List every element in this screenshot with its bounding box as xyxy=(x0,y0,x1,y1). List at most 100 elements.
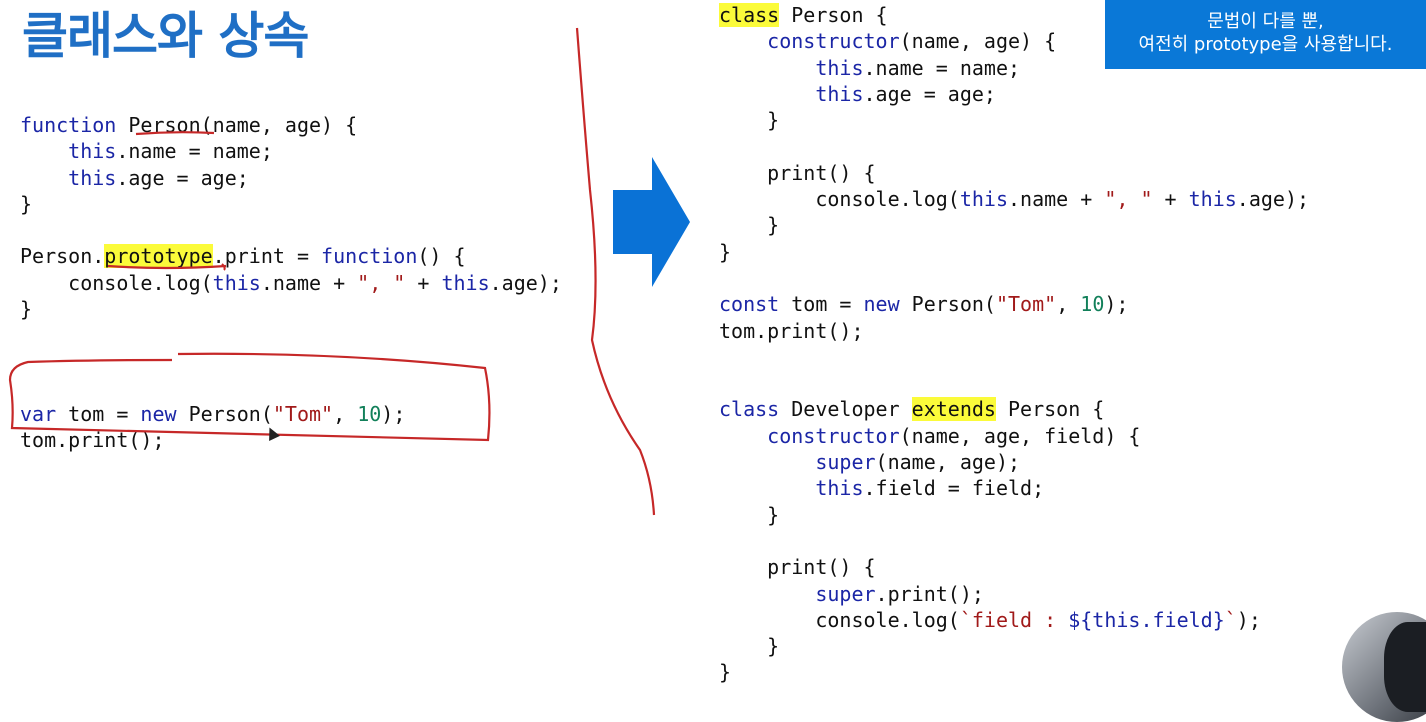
code-line xyxy=(719,528,1309,554)
code-token: this xyxy=(441,270,490,295)
code-token: Person { xyxy=(995,397,1105,422)
code-line: } xyxy=(719,239,1309,265)
code-line: class Developer extends Person { xyxy=(719,396,1309,422)
code-line: print() { xyxy=(719,554,1309,580)
code-token: 10 xyxy=(357,401,382,426)
code-line: super.print(); xyxy=(719,581,1309,607)
code-token: } xyxy=(719,660,732,685)
code-token: console.log( xyxy=(719,187,960,212)
code-line: class Person { xyxy=(719,2,1309,28)
code-line: this.field = field; xyxy=(719,475,1309,501)
code-token: .name + xyxy=(1008,187,1105,212)
code-token: Person xyxy=(128,113,201,137)
code-token: } xyxy=(20,297,33,322)
code-token: this xyxy=(1188,187,1237,212)
code-token: const xyxy=(719,292,780,317)
code-token: tom.print(); xyxy=(719,318,864,343)
code-line: this.name = name; xyxy=(719,55,1309,81)
code-line: } xyxy=(719,502,1309,528)
code-token: .field = field; xyxy=(863,476,1045,501)
code-token: this xyxy=(212,270,261,295)
code-token: console.log( xyxy=(20,270,213,295)
code-line: console.log(`field : ${this.field}`); xyxy=(719,607,1309,633)
code-token: print() { xyxy=(719,160,876,185)
code-token: (name, age) { xyxy=(200,113,358,137)
code-line: this.name = name; xyxy=(20,138,562,164)
code-token: ", " xyxy=(357,270,406,295)
code-token: this xyxy=(959,187,1008,212)
code-token: print() { xyxy=(719,555,876,580)
code-block-prototype: function Person(name, age) { this.name =… xyxy=(20,112,562,452)
code-line: } xyxy=(20,191,562,217)
code-token: Person { xyxy=(779,3,888,27)
code-token: (name, age, field) { xyxy=(899,423,1141,448)
code-line: constructor(name, age) { xyxy=(719,28,1309,54)
code-line: var tom = new Person("Tom", 10); xyxy=(20,401,562,427)
code-token: `field : xyxy=(959,607,1069,632)
code-token: super xyxy=(815,450,876,475)
code-token: } xyxy=(719,213,780,238)
divider-stroke xyxy=(575,27,656,516)
code-token: } xyxy=(719,502,780,527)
code-token: super xyxy=(815,581,876,606)
code-token: Person. xyxy=(20,244,105,269)
code-token: tom = xyxy=(779,292,864,317)
code-token: .name = name; xyxy=(863,55,1021,80)
code-token: , xyxy=(333,401,358,426)
code-token: (name, age) { xyxy=(899,29,1057,54)
code-token: tom = xyxy=(56,401,141,426)
code-token: ); xyxy=(1104,292,1129,317)
code-line xyxy=(20,348,562,374)
code-token: class xyxy=(719,3,780,27)
code-token: new xyxy=(863,292,900,317)
code-token: .name = name; xyxy=(116,139,273,164)
code-line: function Person(name, age) { xyxy=(20,112,562,138)
code-token: this xyxy=(815,81,864,106)
code-token: } xyxy=(719,239,732,264)
code-line: this.age = age; xyxy=(719,81,1309,107)
code-token: tom.print(); xyxy=(20,428,165,453)
code-line: tom.print(); xyxy=(20,427,562,453)
code-token: 10 xyxy=(1080,292,1105,317)
code-token: (name, age); xyxy=(875,450,1021,475)
code-token: .age); xyxy=(1236,187,1310,212)
code-token: } xyxy=(20,191,33,216)
code-token: ); xyxy=(381,401,406,426)
code-token: .print = xyxy=(212,244,322,269)
code-token: ); xyxy=(1236,607,1261,632)
code-token: function xyxy=(20,113,117,137)
code-line: } xyxy=(20,296,562,322)
code-line xyxy=(719,265,1309,291)
code-line: console.log(this.name + ", " + this.age)… xyxy=(719,186,1309,212)
code-line: const tom = new Person("Tom", 10); xyxy=(719,291,1309,317)
code-line: console.log(this.name + ", " + this.age)… xyxy=(20,270,562,296)
code-token: prototype xyxy=(104,244,213,269)
presenter-webcam xyxy=(1342,612,1426,722)
code-token: ` xyxy=(1224,607,1237,632)
code-line: } xyxy=(719,107,1309,133)
code-token: var xyxy=(20,401,57,426)
code-line: print() { xyxy=(719,160,1309,186)
code-token: .print(); xyxy=(875,581,984,606)
code-token: .name + xyxy=(260,270,358,295)
code-token: extends xyxy=(911,397,996,422)
code-token: + xyxy=(1152,187,1189,212)
code-line xyxy=(719,344,1309,370)
code-line: this.age = age; xyxy=(20,165,562,191)
code-token: ${this.field} xyxy=(1068,607,1225,632)
code-line xyxy=(719,133,1309,159)
